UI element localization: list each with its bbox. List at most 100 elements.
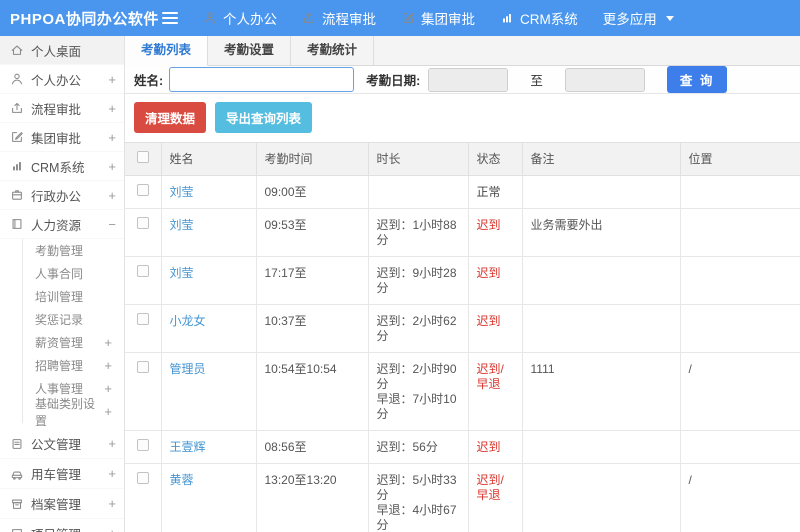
nav-crm-system[interactable]: CRM系统 [500, 8, 578, 28]
sidebar-item-vehicles[interactable]: 用车管理 + [0, 459, 124, 489]
sidebar-subitem-training[interactable]: 培训管理 [22, 285, 124, 308]
status-text: 迟到 [467, 304, 523, 353]
row-checkbox[interactable] [136, 472, 149, 484]
location-cell [679, 430, 800, 464]
table-row: 刘莹 09:53至 迟到：1小时88分 迟到 业务需要外出 [125, 208, 800, 257]
sidebar-item-archives[interactable]: 档案管理 + [0, 489, 124, 519]
col-name: 姓名 [160, 142, 257, 176]
sidebar-subitem-hr-contract[interactable]: 人事合同 [22, 262, 124, 285]
employee-name-link[interactable]: 黄蓉 [170, 473, 194, 487]
car-icon [11, 471, 23, 480]
caret-down-icon [665, 16, 674, 25]
expand-sign: + [108, 187, 116, 203]
employee-name-link[interactable]: 刘莹 [170, 266, 194, 280]
sidebar-item-documents[interactable]: 公文管理 + [0, 429, 124, 459]
status-text: 正常 [467, 175, 523, 209]
top-header: PHPOA协同办公软件 个人办公 流程审批 集团审批 CRM系统 更多应用 [0, 0, 800, 36]
location-cell [679, 208, 800, 257]
expand-sign: + [108, 100, 116, 116]
employee-name-link[interactable]: 小龙女 [170, 314, 206, 328]
col-status: 状态 [467, 142, 523, 176]
sidebar-item-projects[interactable]: 项目管理 + [0, 519, 124, 532]
employee-name-link[interactable]: 管理员 [170, 362, 206, 376]
sidebar-item-personal-office[interactable]: 个人办公 + [0, 65, 124, 94]
subitem-label: 奖惩记录 [35, 313, 84, 327]
duration-cell: 迟到：5小时33分 早退：4小时67分 [367, 463, 469, 532]
row-checkbox[interactable] [136, 184, 149, 196]
select-all-checkbox[interactable] [136, 151, 149, 163]
sidebar-item-label: 项目管理 [31, 524, 81, 532]
date-to-input[interactable] [564, 67, 645, 92]
nav-personal-office[interactable]: 个人办公 [203, 8, 277, 28]
location-cell [679, 304, 800, 353]
table-row: 管理员 10:54至10:54 迟到：2小时90分 早退：7小时10分 迟到/早退… [125, 352, 800, 431]
sidebar-subitem-rewards[interactable]: 奖惩记录 [22, 308, 124, 331]
sidebar: 个人桌面 个人办公 + 流程审批 + 集团审批 + CRM系统 + 行政办公 + [0, 36, 125, 532]
action-bar: 清理数据 导出查询列表 [125, 94, 800, 142]
nav-group-approval[interactable]: 集团审批 [401, 8, 475, 28]
expand-sign: + [108, 526, 116, 532]
sidebar-item-label: 用车管理 [31, 468, 82, 482]
expand-sign: + [104, 335, 112, 350]
employee-name-link[interactable]: 王壹辉 [170, 440, 206, 454]
tab-attendance-list[interactable]: 考勤列表 [125, 36, 209, 66]
note-cell [521, 430, 681, 464]
row-checkbox[interactable] [136, 313, 149, 325]
chart-icon [503, 14, 511, 23]
sidebar-subitem-attendance[interactable]: 考勤管理 [22, 239, 124, 262]
hamburger-menu-icon[interactable] [162, 12, 178, 24]
row-checkbox[interactable] [136, 265, 149, 277]
sidebar-item-group-approval[interactable]: 集团审批 + [0, 123, 124, 152]
sidebar-item-workflow-approval[interactable]: 流程审批 + [0, 94, 124, 123]
date-from-input[interactable] [428, 67, 509, 92]
nav-more-apps[interactable]: 更多应用 [603, 8, 674, 28]
search-button[interactable]: 查 询 [666, 66, 728, 93]
subitem-label: 人事合同 [35, 267, 84, 281]
employee-name-link[interactable]: 刘莹 [170, 218, 194, 232]
clean-data-button[interactable]: 清理数据 [134, 102, 207, 133]
sidebar-item-human-resources[interactable]: 人力资源 − [0, 210, 124, 239]
col-location: 位置 [679, 142, 800, 176]
col-time: 考勤时间 [255, 142, 369, 176]
table-header-row: 姓名 考勤时间 时长 状态 备注 位置 [125, 142, 800, 176]
sidebar-item-crm-system[interactable]: CRM系统 + [0, 152, 124, 181]
sidebar-item-label: 流程审批 [31, 102, 82, 117]
attendance-table: 姓名 考勤时间 时长 状态 备注 位置 刘莹 09:00至 正常 刘莹 09:5… [125, 142, 800, 532]
nav-label: 个人办公 [223, 12, 277, 27]
nav-label: 集团审批 [421, 12, 475, 27]
flow-icon [304, 12, 314, 23]
location-cell: / [679, 352, 800, 431]
row-checkbox[interactable] [136, 361, 149, 373]
expand-sign: + [108, 129, 116, 145]
duration-cell: 迟到：56分 [367, 430, 469, 464]
sidebar-subitem-salary[interactable]: 薪资管理 + [22, 331, 124, 354]
tab-attendance-settings[interactable]: 考勤设置 [208, 36, 292, 65]
row-checkbox[interactable] [136, 217, 149, 229]
employee-name-link[interactable]: 刘莹 [170, 185, 194, 199]
export-list-button[interactable]: 导出查询列表 [215, 102, 313, 133]
sidebar-item-admin-office[interactable]: 行政办公 + [0, 181, 124, 210]
expand-sign: + [108, 466, 116, 481]
edit-icon [403, 13, 414, 23]
expand-sign: + [104, 381, 112, 396]
sidebar-subitem-recruit[interactable]: 招聘管理 + [22, 354, 124, 377]
sidebar-item-label: 集团审批 [31, 131, 82, 146]
sidebar-bottom-group: 公文管理 + 用车管理 + 档案管理 + 项目管理 + [0, 429, 124, 532]
sidebar-item-label: 个人桌面 [31, 44, 82, 59]
duration-cell [367, 175, 469, 209]
name-input[interactable] [169, 67, 355, 92]
nav-workflow-approval[interactable]: 流程审批 [302, 8, 376, 28]
status-text: 迟到 [467, 256, 523, 305]
attendance-time: 09:00至 [255, 175, 369, 209]
row-checkbox[interactable] [136, 439, 149, 451]
sidebar-item-label: 公文管理 [31, 438, 82, 452]
table-row: 黄蓉 13:20至13:20 迟到：5小时33分 早退：4小时67分 迟到/早退 … [125, 463, 800, 532]
sidebar-subitem-base-category[interactable]: 基础类别设置 + [22, 397, 124, 428]
sidebar-item-label: 行政办公 [31, 189, 82, 204]
tab-attendance-stats[interactable]: 考勤统计 [291, 36, 375, 65]
location-cell [679, 256, 800, 305]
note-cell [521, 304, 681, 353]
duration-cell: 迟到：2小时62分 [367, 304, 469, 353]
sidebar-item-personal-desktop[interactable]: 个人桌面 [0, 36, 124, 65]
subitem-label: 基础类别设置 [35, 396, 96, 428]
